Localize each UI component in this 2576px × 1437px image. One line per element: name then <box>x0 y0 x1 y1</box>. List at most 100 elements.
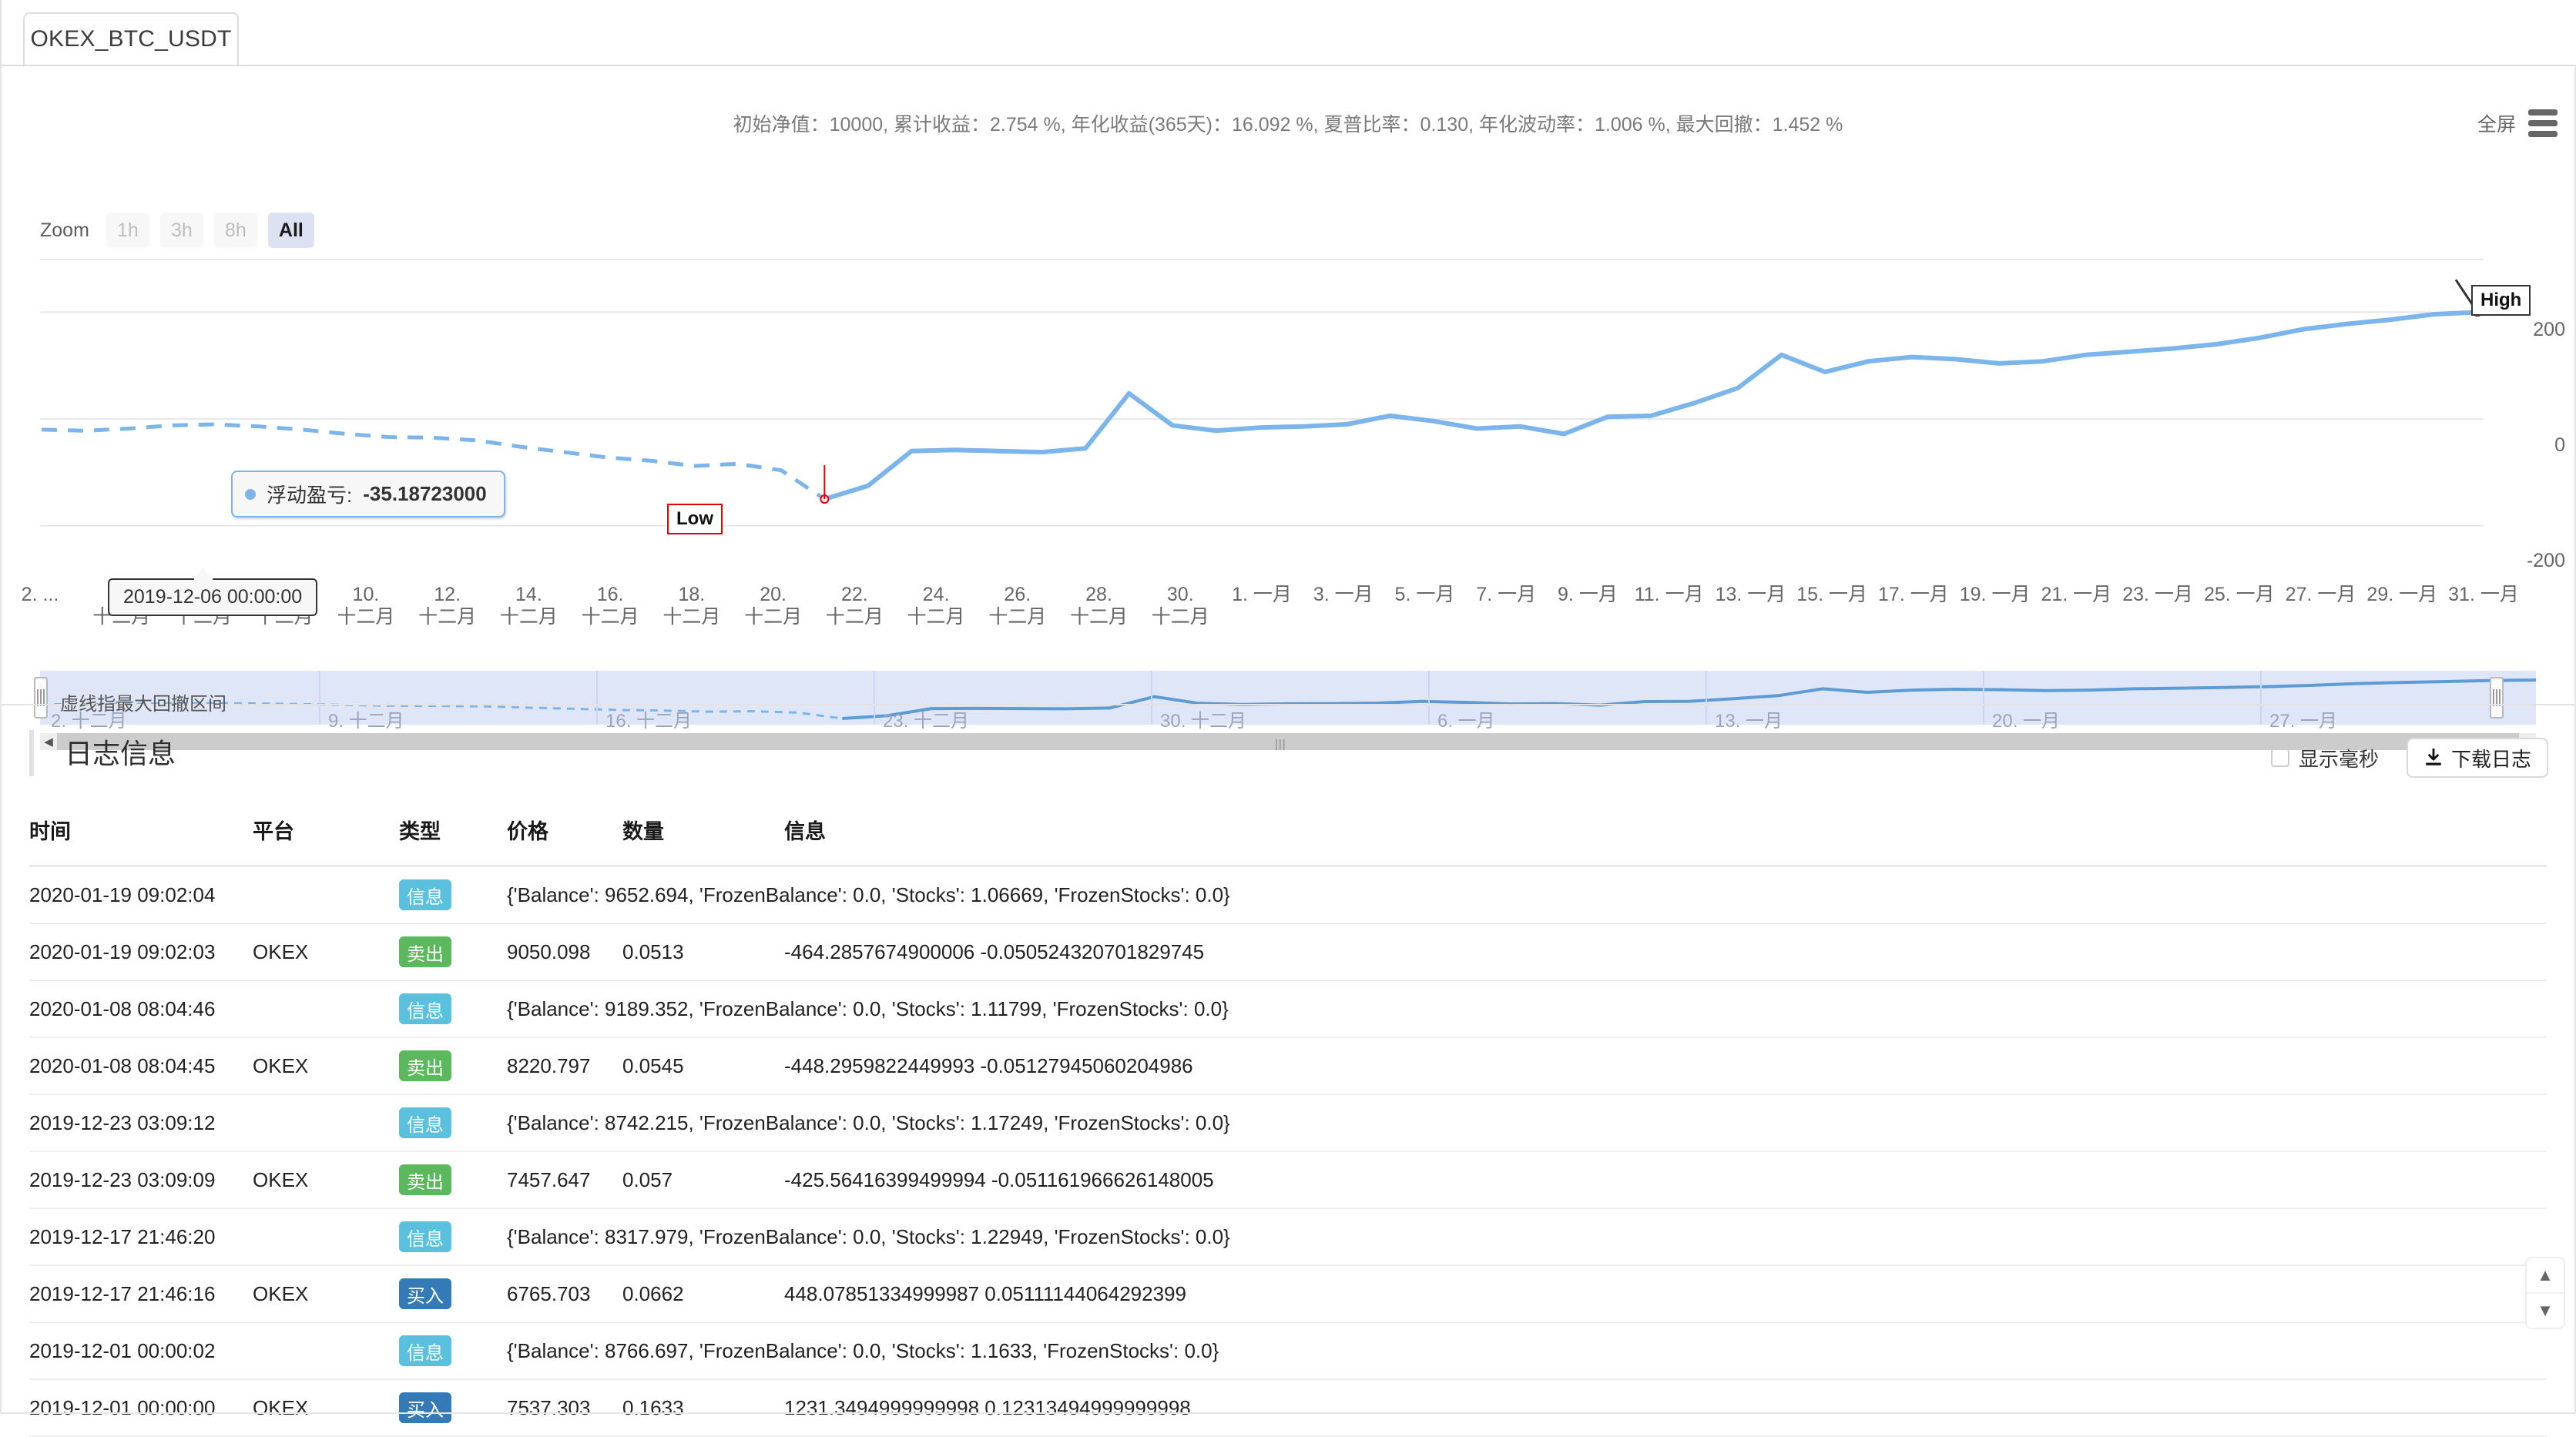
cell-time: 2020-01-08 08:04:45 <box>29 1037 253 1095</box>
table-row[interactable]: 2020-01-19 09:02:03 OKEX 卖出 9050.098 0.0513-… <box>29 923 2547 981</box>
cell-time: 2019-12-23 03:09:09 <box>29 1151 253 1209</box>
chart-navigator[interactable] <box>40 671 2536 725</box>
x-tick-day: 1. 一月 <box>1232 584 1292 605</box>
x-tick: 2. ... <box>22 584 59 606</box>
status-badge: 信息 <box>399 879 451 910</box>
cell-platform: OKEX <box>253 1151 399 1209</box>
column-header-price[interactable]: 价格 <box>507 815 622 867</box>
table-row[interactable]: 2020-01-08 08:04:45 OKEX 卖出 8220.797 0.0545-… <box>29 1037 2547 1095</box>
tab-okex-btc-usdt[interactable]: OKEX_BTC_USDT <box>23 12 239 66</box>
column-header-time[interactable]: 时间 <box>29 815 253 867</box>
navigator-handle-left[interactable] <box>34 677 48 718</box>
x-tick-month: 十二月 <box>418 605 477 628</box>
zoom-button-8h[interactable]: 8h <box>213 213 257 248</box>
x-tick: 17. 一月 <box>1878 584 1949 606</box>
cell-amount: 0.0513 <box>622 923 784 981</box>
column-header-amount[interactable]: 数量 <box>622 815 784 867</box>
x-tick-day: 28. <box>1085 584 1112 605</box>
tab-label: OKEX_BTC_USDT <box>30 26 232 52</box>
scroll-down-icon[interactable]: ▼ <box>2527 1294 2564 1328</box>
navigator-gridline <box>596 671 598 725</box>
x-tick: 1. 一月 <box>1232 584 1292 606</box>
fullscreen-label[interactable]: 全屏 <box>2477 109 2516 137</box>
checkbox-box-icon[interactable] <box>2270 749 2289 767</box>
tab-bar: OKEX_BTC_USDT <box>0 0 2576 66</box>
zoom-button-3h[interactable]: 3h <box>159 213 203 248</box>
x-tick: 22. 十二月 <box>826 584 884 628</box>
plot-area[interactable] <box>40 259 2484 590</box>
cell-time: 2020-01-19 09:02:03 <box>29 923 253 981</box>
cell-info: {'Balance': 9189.352, 'FrozenBalance': 0… <box>507 980 2547 1038</box>
navigator-handle-right[interactable] <box>2490 677 2504 718</box>
download-log-button[interactable]: 下载日志 <box>2406 738 2548 778</box>
scroll-up-icon[interactable]: ▲ <box>2527 1258 2564 1294</box>
column-header-info[interactable]: 信息 <box>784 815 2547 867</box>
x-tick: 11. 一月 <box>1635 584 1704 606</box>
series-tooltip-value: -35.18723000 <box>363 482 487 505</box>
cell-platform <box>253 866 399 924</box>
table-row[interactable]: 2019-12-17 21:46:16 OKEX 买入 6765.703 0.0662 4… <box>29 1265 2547 1323</box>
zoom-label: Zoom <box>40 219 89 241</box>
navigator-gridline <box>2260 671 2262 725</box>
x-tick: 29. 一月 <box>2366 584 2437 606</box>
cell-platform: OKEX <box>253 1265 399 1323</box>
x-tick-day: 10. <box>352 584 380 605</box>
x-tick: 16. 十二月 <box>582 584 639 628</box>
log-table: 时间 平台 类型 价格 数量 信息 2020-01-19 09:02:04 信息{… <box>29 815 2547 1437</box>
x-tick-day: 21. 一月 <box>2041 584 2112 605</box>
cell-platform: OKEX <box>253 923 399 981</box>
hamburger-icon[interactable] <box>2528 109 2558 137</box>
x-tick-month: 十二月 <box>907 605 965 628</box>
x-tick-day: 7. 一月 <box>1476 584 1537 605</box>
cell-type: 卖出 <box>399 923 507 981</box>
cell-amount: 0.057 <box>622 1151 784 1209</box>
x-tick-month: 十二月 <box>581 605 639 628</box>
x-tick: 30. 十二月 <box>1152 584 1209 628</box>
table-row[interactable]: 2019-12-01 00:00:02 信息 {'Balance': 8766.69… <box>29 1322 2547 1380</box>
zoom-button-1h[interactable]: 1h <box>106 213 149 248</box>
cell-info: -448.2959822449993 -0.05127945060204986 <box>784 1037 2547 1095</box>
cell-time: 2019-12-17 21:46:16 <box>29 1265 253 1323</box>
log-table-body: 2020-01-19 09:02:04 信息 {'Balance': 9652.69… <box>29 866 2547 1437</box>
x-tick-month: 十二月 <box>825 605 884 628</box>
x-tick-day: 9. 一月 <box>1558 584 1618 605</box>
column-header-platform[interactable]: 平台 <box>253 815 399 867</box>
cell-type: 信息 <box>399 980 507 1038</box>
log-table-head: 时间 平台 类型 价格 数量 信息 <box>29 815 2547 867</box>
status-badge: 信息 <box>399 1107 451 1138</box>
cell-price: 6765.703 <box>507 1265 622 1323</box>
status-badge: 信息 <box>399 1335 451 1366</box>
table-row[interactable]: 2020-01-08 08:04:46 信息 {'Balance': 9189.35… <box>29 980 2547 1038</box>
x-tick-day: 29. 一月 <box>2366 584 2438 605</box>
x-axis: 2. ...4.十二月6.十二月8.十二月10.十二月12.十二月14.十二月1… <box>0 584 2576 638</box>
table-row[interactable]: 2019-12-23 03:09:12 信息 {'Balance': 8742.21… <box>29 1094 2547 1152</box>
x-tick: 15. 一月 <box>1796 584 1867 606</box>
show-milliseconds-checkbox[interactable]: 显示毫秒 <box>2270 744 2379 772</box>
download-log-label: 下载日志 <box>2450 747 2531 771</box>
table-row[interactable]: 2019-12-23 03:09:09 OKEX 卖出 7457.647 0.057 -4… <box>29 1151 2547 1209</box>
x-tick: 9. 一月 <box>1558 584 1618 606</box>
x-tick: 26. 十二月 <box>988 584 1046 628</box>
cell-type: 卖出 <box>399 1151 507 1209</box>
log-controls: 显示毫秒 下载日志 <box>2270 738 2548 778</box>
status-badge: 信息 <box>399 1221 451 1252</box>
cell-info: 1231.3494999999998 0.12313494999999998 <box>784 1379 2547 1437</box>
table-row[interactable]: 2020-01-19 09:02:04 信息 {'Balance': 9652.69… <box>29 866 2547 924</box>
column-header-type[interactable]: 类型 <box>399 815 507 867</box>
cell-info: {'Balance': 8766.697, 'FrozenBalance': 0… <box>507 1322 2547 1380</box>
x-tick: 20. 十二月 <box>744 584 802 628</box>
cell-type: 信息 <box>399 866 507 924</box>
table-row[interactable]: 2019-12-17 21:46:20 信息 {'Balance': 8317.97… <box>29 1208 2547 1266</box>
x-tick: 10. 十二月 <box>337 584 394 628</box>
cell-info: {'Balance': 8317.979, 'FrozenBalance': 0… <box>507 1208 2547 1266</box>
x-axis-tooltip: 2019-12-06 00:00:00 <box>108 578 318 616</box>
chart-toolbar: 全屏 <box>2477 109 2558 137</box>
status-badge: 卖出 <box>399 936 451 967</box>
cell-amount: 0.0545 <box>622 1037 784 1095</box>
x-tick: 3. 一月 <box>1313 584 1374 606</box>
table-row[interactable]: 2019-12-01 00:00:00 OKEX 买入 7537.303 0.1633 1… <box>29 1379 2547 1437</box>
cell-time: 2019-12-23 03:09:12 <box>29 1094 253 1152</box>
status-badge: 卖出 <box>399 1050 451 1081</box>
zoom-button-all[interactable]: All <box>267 213 314 248</box>
navigator-gridline <box>874 671 875 725</box>
